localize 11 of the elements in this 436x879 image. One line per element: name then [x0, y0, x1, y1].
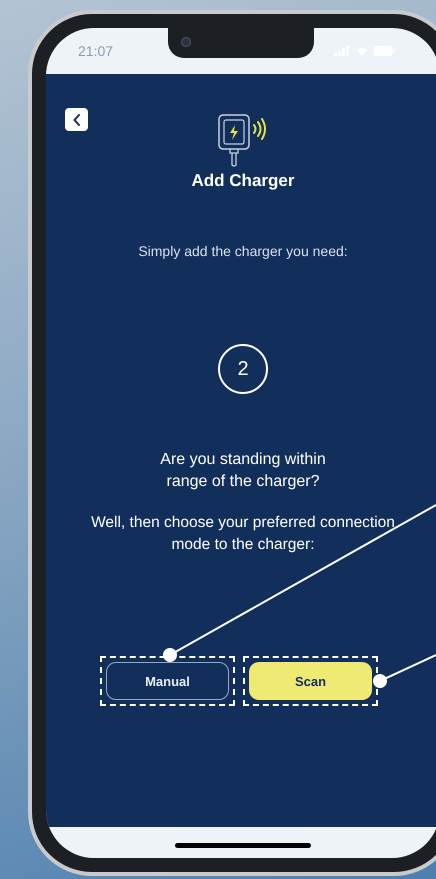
- charger-icon: [217, 113, 269, 167]
- back-button[interactable]: [65, 108, 88, 131]
- chevron-left-icon: [72, 114, 80, 126]
- step-number: 2: [218, 344, 268, 394]
- instruction-text: Well, then choose your preferred connection mode to the charger:: [90, 513, 396, 555]
- subtitle: Simply add the charger you need:: [138, 242, 348, 260]
- status-time: 21:07: [78, 43, 114, 59]
- question-text: Are you standing within range of the charger?: [159, 450, 327, 492]
- mode-button[interactable]: Manual: [106, 662, 229, 700]
- page-title: Add Charger: [192, 171, 294, 191]
- mode-button[interactable]: Scan: [249, 662, 372, 700]
